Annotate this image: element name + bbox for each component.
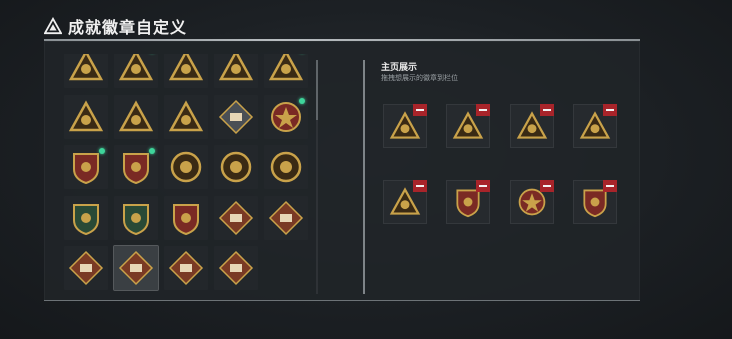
new-indicator-dot <box>99 148 105 154</box>
minus-icon <box>606 109 614 111</box>
badge-triangle-wings-icon <box>168 99 204 131</box>
badge-circle-target-icon <box>220 151 252 183</box>
badge-shield-emblem-icon <box>73 153 99 185</box>
badge-shield-eagle-icon <box>123 153 149 185</box>
showcase-slot[interactable] <box>383 180 427 224</box>
badge-triangle-rank1-icon <box>68 99 104 131</box>
badge-slot[interactable] <box>264 145 308 189</box>
showcase-title: 主页展示 <box>381 63 418 73</box>
badge-slot[interactable] <box>214 54 258 88</box>
remove-badge-button[interactable] <box>603 104 617 116</box>
badge-diamond-runner-icon <box>168 250 204 286</box>
badge-slot[interactable] <box>64 145 108 189</box>
remove-badge-button[interactable] <box>603 180 617 192</box>
page-title: 成就徽章自定义 <box>68 18 188 37</box>
badge-triangle-fist-icon <box>68 54 104 81</box>
window-title-bar: 成就徽章自定义 <box>44 14 187 38</box>
badge-slot[interactable] <box>64 246 108 290</box>
badge-slot[interactable] <box>114 94 158 139</box>
minus-icon <box>543 109 551 111</box>
showcase-slot[interactable] <box>446 180 490 224</box>
badge-slot[interactable] <box>164 145 208 189</box>
minus-icon <box>606 185 614 187</box>
badge-circle-skull-icon <box>170 151 202 183</box>
badge-diamond-heli-icon <box>268 200 304 235</box>
badge-slot[interactable] <box>214 195 258 240</box>
badge-slot[interactable] <box>113 245 159 291</box>
remove-badge-button[interactable] <box>413 180 427 192</box>
badge-diamond-bear-icon <box>218 200 254 235</box>
badge-shield-knife-icon <box>123 203 149 235</box>
showcase-slot[interactable] <box>510 180 554 224</box>
badge-slot[interactable] <box>64 54 108 88</box>
panel-bottom-border <box>44 300 640 301</box>
showcase-slot[interactable] <box>446 104 490 148</box>
badge-triangle-castle-icon <box>268 54 304 81</box>
minus-icon <box>416 185 424 187</box>
badge-slot[interactable] <box>214 246 258 290</box>
minus-icon <box>543 185 551 187</box>
badge-diamond-wolf-icon <box>118 250 154 286</box>
badge-slot[interactable] <box>114 54 158 88</box>
badge-slot[interactable] <box>214 145 258 189</box>
remove-badge-button[interactable] <box>540 180 554 192</box>
badge-slot[interactable] <box>164 195 208 240</box>
badge-slot[interactable] <box>64 94 108 139</box>
badge-shield-rifle-icon <box>73 203 99 235</box>
remove-badge-button[interactable] <box>413 104 427 116</box>
showcase-slot[interactable] <box>510 104 554 148</box>
badge-triangle-eagle-icon <box>118 99 154 131</box>
badge-collection-grid[interactable] <box>64 54 314 294</box>
badge-slot[interactable] <box>264 94 308 139</box>
badge-diamond-vest-icon <box>218 250 254 286</box>
badge-triangle-lantern-icon <box>168 54 204 81</box>
showcase-subtitle: 拖拽想展示的徽章到栏位 <box>381 74 458 82</box>
badge-slot[interactable] <box>164 246 208 290</box>
badge-slot[interactable] <box>114 195 158 240</box>
remove-badge-button[interactable] <box>476 104 490 116</box>
badge-shield-crossed-icon <box>173 203 199 235</box>
minus-icon <box>416 109 424 111</box>
badge-slot[interactable] <box>164 54 208 88</box>
badge-slot[interactable] <box>214 94 258 139</box>
showcase-slot[interactable] <box>573 104 617 148</box>
minus-icon <box>479 185 487 187</box>
badge-slot[interactable] <box>164 94 208 139</box>
badge-slot[interactable] <box>264 195 308 240</box>
triangle-logo-icon <box>44 17 62 35</box>
showcase-slot[interactable] <box>383 104 427 148</box>
minus-icon <box>479 109 487 111</box>
badge-slot[interactable] <box>114 145 158 189</box>
showcase-slot[interactable] <box>573 180 617 224</box>
panel-divider <box>363 60 365 294</box>
badge-grid-scroll-thumb[interactable] <box>316 60 318 120</box>
badge-medal-star-icon <box>271 101 301 132</box>
badge-slot[interactable] <box>64 195 108 240</box>
badge-triangle-56-icon <box>118 54 154 81</box>
badge-diamond-dog-icon <box>68 250 104 286</box>
badge-triangle-robot-icon <box>218 54 254 81</box>
remove-badge-button[interactable] <box>476 180 490 192</box>
badge-circle-wreath-icon <box>270 151 302 183</box>
badge-diamond-crate-icon <box>218 99 254 134</box>
remove-badge-button[interactable] <box>540 104 554 116</box>
badge-slot[interactable] <box>264 54 308 88</box>
new-indicator-dot <box>149 148 155 154</box>
new-indicator-dot <box>299 97 305 104</box>
